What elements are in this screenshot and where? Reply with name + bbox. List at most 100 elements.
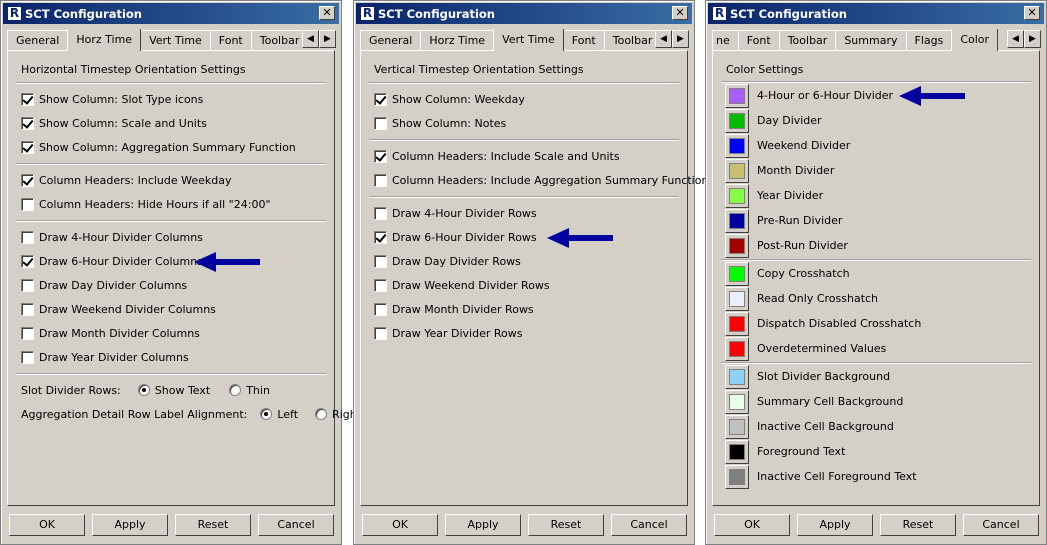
checkbox[interactable]: [374, 207, 387, 220]
tab-scroll-left[interactable]: ◀: [655, 30, 672, 48]
color-swatch-button[interactable]: [725, 390, 749, 414]
apply-button[interactable]: Apply: [797, 514, 873, 536]
checkbox[interactable]: [21, 198, 34, 211]
color-swatch-button[interactable]: [725, 415, 749, 439]
color-swatch-button[interactable]: [725, 365, 749, 389]
close-button[interactable]: ✕: [1024, 6, 1040, 20]
color-swatch-button[interactable]: [725, 159, 749, 183]
tab-flags[interactable]: Flags: [905, 30, 953, 51]
color-swatch-button[interactable]: [725, 287, 749, 311]
tab-horz-time[interactable]: Horz Time: [67, 29, 142, 51]
color-swatch-button[interactable]: [725, 465, 749, 489]
checkbox[interactable]: [374, 231, 387, 244]
checkbox[interactable]: [21, 255, 34, 268]
arrow-annotation-icon: [547, 228, 613, 248]
tab-toolbar[interactable]: Toolbar: [778, 30, 837, 51]
color-swatch-button[interactable]: [725, 312, 749, 336]
radio-left[interactable]: [260, 408, 273, 420]
color-swatch-button[interactable]: [725, 209, 749, 233]
checkbox[interactable]: [21, 351, 34, 364]
cancel-button[interactable]: Cancel: [258, 514, 334, 536]
tab-scroll-right[interactable]: ▶: [672, 30, 689, 48]
ok-button[interactable]: OK: [714, 514, 790, 536]
color-swatch-button[interactable]: [725, 337, 749, 361]
radio-thin[interactable]: [229, 384, 242, 396]
arrow-left-icon: ◀: [1012, 34, 1019, 44]
tab-horz-time[interactable]: Horz Time: [420, 30, 495, 51]
tab-font[interactable]: Font: [209, 30, 252, 51]
checkbox-label: Draw Weekend Divider Rows: [392, 279, 550, 292]
close-button[interactable]: ✕: [319, 6, 335, 20]
tab-color[interactable]: Color: [951, 29, 999, 51]
tab-summary[interactable]: Summary: [835, 30, 907, 51]
reset-button[interactable]: Reset: [528, 514, 604, 536]
tab-general[interactable]: General: [360, 30, 422, 51]
close-button[interactable]: ✕: [672, 6, 688, 20]
ok-button[interactable]: OK: [362, 514, 438, 536]
ok-button[interactable]: OK: [9, 514, 85, 536]
checkbox[interactable]: [374, 327, 387, 340]
tab-vert-time[interactable]: Vert Time: [493, 29, 564, 51]
tab-scroll-right[interactable]: ▶: [1024, 30, 1041, 48]
tab-strip: General Horz Time Vert Time Font Toolbar: [360, 29, 654, 51]
checkbox-label: Draw 4-Hour Divider Columns: [39, 231, 203, 244]
tab-general[interactable]: General: [7, 30, 69, 51]
cancel-button[interactable]: Cancel: [963, 514, 1039, 536]
apply-button[interactable]: Apply: [445, 514, 521, 536]
tab-vert-time[interactable]: Vert Time: [140, 30, 211, 51]
tab-toolbar[interactable]: Toolbar: [603, 30, 654, 51]
checkbox[interactable]: [374, 174, 387, 187]
color-swatch-button[interactable]: [725, 234, 749, 258]
checkbox[interactable]: [21, 279, 34, 292]
checkbox[interactable]: [374, 279, 387, 292]
color-label: Dispatch Disabled Crosshatch: [757, 317, 922, 330]
tab-partial[interactable]: ne: [712, 30, 739, 51]
checkbox-label: Show Column: Weekday: [392, 93, 525, 106]
checkbox[interactable]: [21, 303, 34, 316]
radio-left-label: Left: [277, 408, 299, 421]
tab-toolbar[interactable]: Toolbar: [250, 30, 301, 51]
tab-scroll-left[interactable]: ◀: [302, 30, 319, 48]
dialog-horz-time: R SCT Configuration ✕ General Horz Time Ve…: [0, 0, 361, 545]
checkbox[interactable]: [374, 117, 387, 130]
tab-font[interactable]: Font: [737, 30, 780, 51]
checkbox-label: Show Column: Slot Type icons: [39, 93, 204, 106]
color-swatch-button[interactable]: [725, 134, 749, 158]
radio-show-text[interactable]: [137, 384, 150, 396]
color-swatch-button[interactable]: [725, 84, 749, 108]
tab-scroll-left[interactable]: ◀: [1007, 30, 1024, 48]
checkbox[interactable]: [21, 174, 34, 187]
arrow-annotation-icon: [899, 86, 965, 106]
checkbox[interactable]: [21, 93, 34, 106]
reset-button[interactable]: Reset: [175, 514, 251, 536]
color-swatch-button[interactable]: [725, 440, 749, 464]
checkbox[interactable]: [374, 93, 387, 106]
checkbox-label: Draw 6-Hour Divider Columns: [39, 255, 203, 268]
checkbox[interactable]: [374, 255, 387, 268]
tab-font[interactable]: Font: [562, 30, 605, 51]
checkbox[interactable]: [21, 141, 34, 154]
color-swatch-button[interactable]: [725, 109, 749, 133]
apply-button[interactable]: Apply: [92, 514, 168, 536]
color-swatch-button[interactable]: [725, 184, 749, 208]
checkbox[interactable]: [21, 231, 34, 244]
checkbox-label: Column Headers: Include Weekday: [39, 174, 232, 187]
color-swatch-button[interactable]: [725, 262, 749, 286]
tab-scroll-right[interactable]: ▶: [319, 30, 336, 48]
separator: [721, 362, 1031, 364]
checkbox[interactable]: [374, 150, 387, 163]
checkbox-label: Draw Month Divider Columns: [39, 327, 200, 340]
reset-button[interactable]: Reset: [880, 514, 956, 536]
checkbox[interactable]: [374, 303, 387, 316]
cancel-button[interactable]: Cancel: [611, 514, 687, 536]
section-title: Color Settings: [726, 63, 804, 76]
arrow-right-icon: ▶: [324, 34, 331, 44]
separator: [369, 82, 679, 84]
checkbox[interactable]: [21, 117, 34, 130]
checkbox[interactable]: [21, 327, 34, 340]
checkbox-label: Column Headers: Include Scale and Units: [392, 150, 620, 163]
window-title: SCT Configuration: [25, 7, 142, 21]
close-icon: ✕: [675, 6, 685, 19]
radio-right[interactable]: [315, 408, 328, 420]
checkbox-label: Draw 4-Hour Divider Rows: [392, 207, 537, 220]
